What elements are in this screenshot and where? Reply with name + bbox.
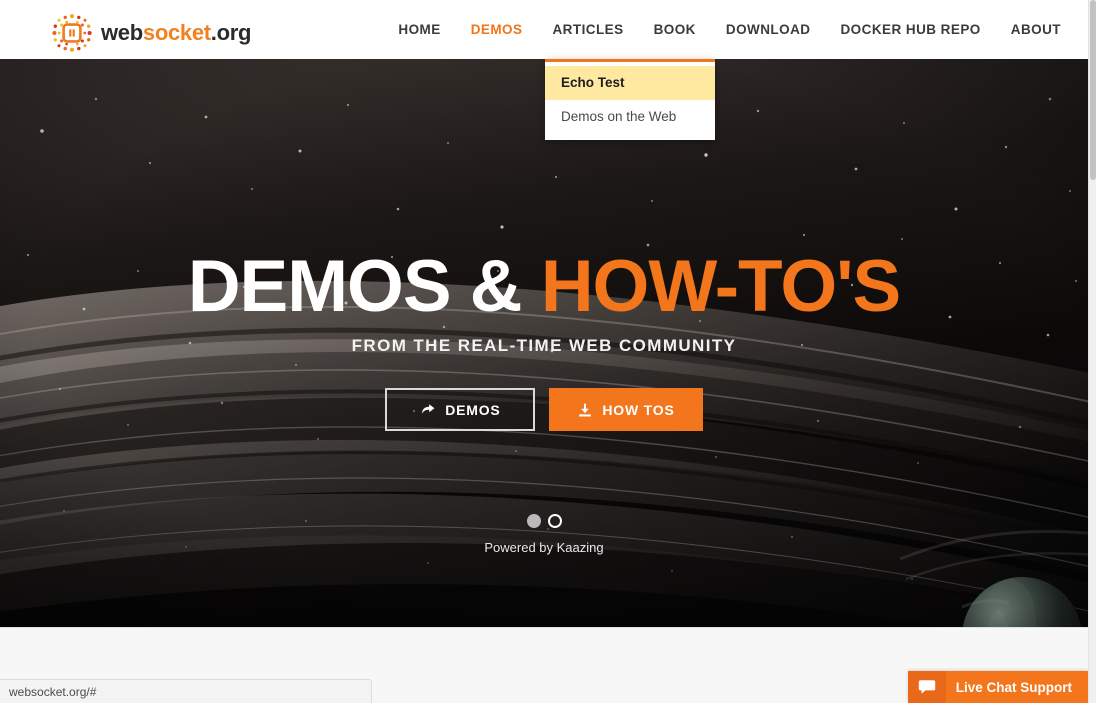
status-bar-url: websocket.org/# — [9, 684, 97, 699]
hero-banner: DEMOS & HOW-TO'S FROM THE REAL-TIME WEB … — [0, 59, 1088, 627]
chat-bubble-icon — [907, 671, 946, 703]
browser-viewport: websocket.org HOME DEMOS ARTICLES BOOK D… — [0, 0, 1096, 703]
nav-item-home[interactable]: HOME — [383, 0, 455, 59]
page-scrollbar[interactable] — [1088, 0, 1096, 703]
demos-button[interactable]: DEMOS — [385, 388, 536, 431]
carousel-dot-2[interactable] — [547, 514, 562, 528]
live-chat-support-label: Live Chat Support — [955, 679, 1072, 695]
hero-cta-group: DEMOS HOW TOS — [0, 388, 1088, 431]
browser-status-bar: websocket.org/# — [0, 679, 372, 703]
websocket-chip-icon — [52, 14, 92, 52]
dropdown-item-echo-test[interactable]: Echo Test — [545, 66, 715, 100]
share-arrow-icon — [422, 403, 435, 414]
scrollbar-thumb[interactable] — [1090, 0, 1096, 180]
nav-item-book[interactable]: BOOK — [639, 0, 711, 59]
site-logo[interactable]: websocket.org — [52, 13, 251, 53]
logo-text-org: .org — [210, 20, 252, 45]
demos-button-label: DEMOS — [445, 401, 501, 418]
hero-space-background-image — [0, 59, 1088, 627]
hero-carousel-indicators — [0, 514, 1088, 528]
how-tos-button[interactable]: HOW TOS — [549, 388, 703, 431]
dropdown-item-demos-on-the-web[interactable]: Demos on the Web — [545, 100, 715, 134]
nav-item-download[interactable]: DOWNLOAD — [711, 0, 826, 59]
logo-text-web: web — [101, 20, 143, 45]
live-chat-support-button[interactable]: Live Chat Support — [907, 671, 1088, 703]
nav-item-demos[interactable]: DEMOS — [456, 0, 538, 59]
main-navigation: HOME DEMOS ARTICLES BOOK DOWNLOAD DOCKER… — [383, 0, 1076, 59]
carousel-dot-1[interactable] — [526, 514, 541, 528]
logo-text-socket: socket — [142, 20, 211, 45]
logo-wordmark: websocket.org — [101, 20, 251, 46]
nav-item-about[interactable]: ABOUT — [996, 0, 1076, 59]
nav-item-articles[interactable]: ARTICLES — [537, 0, 638, 59]
how-tos-button-label: HOW TOS — [602, 401, 675, 418]
site-header: websocket.org HOME DEMOS ARTICLES BOOK D… — [0, 0, 1088, 59]
nav-item-docker-hub-repo[interactable]: DOCKER HUB REPO — [825, 0, 995, 59]
demos-dropdown-menu: Echo Test Demos on the Web — [545, 59, 715, 140]
download-icon — [579, 403, 592, 416]
